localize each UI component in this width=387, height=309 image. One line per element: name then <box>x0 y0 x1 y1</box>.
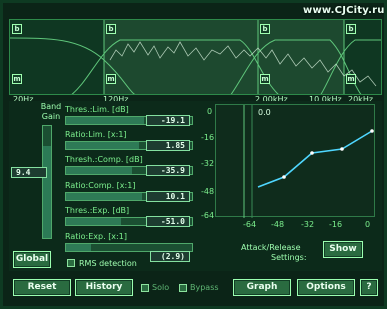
graph-y-tick: -64 <box>201 211 215 220</box>
graph-y-tick: -32 <box>201 159 215 168</box>
plugin-window: www.CJCity.ru b b b b m m m m 20Hz 120Hz… <box>0 0 387 309</box>
thres-lim-value: -19.1 <box>146 115 190 126</box>
band-marker[interactable]: b <box>346 24 356 34</box>
graph-x-tick: -16 <box>329 220 343 229</box>
band-marker[interactable]: m <box>346 74 356 84</box>
graph-y-tick: 0 <box>207 107 213 116</box>
watermark-text: www.CJCity.ru <box>303 5 385 16</box>
bottom-toolbar: Reset History Solo Bypass Graph Options … <box>9 276 382 300</box>
ratio-lim-value: 1.85 <box>146 140 190 151</box>
graph-y-tick: -16 <box>201 133 215 142</box>
ratio-comp-slider[interactable]: 10.1 <box>65 191 193 202</box>
band-gain-value: 9.4 <box>11 167 47 178</box>
transfer-curve <box>243 105 374 218</box>
ratio-exp-slider[interactable]: (2.9) <box>65 243 193 262</box>
thres-comp-label: Thresh.:Comp. [dB] <box>65 155 143 164</box>
solo-label: Solo <box>152 283 170 292</box>
ratio-exp-label: Ratio:Exp. [x:1] <box>65 232 127 241</box>
thres-lim-label: Thres.:Lim. [dB] <box>65 105 129 114</box>
band-marker[interactable]: b <box>260 24 270 34</box>
spectrum-display[interactable]: b b b b m m m m <box>9 19 382 95</box>
graph-x-tick: -32 <box>301 220 315 229</box>
rms-detection-label: RMS detection <box>79 259 137 268</box>
band-gain-title: Band Gain <box>40 102 62 121</box>
band-marker[interactable]: b <box>12 24 22 34</box>
show-button[interactable]: Show <box>323 241 363 258</box>
ratio-lim-slider[interactable]: 1.85 <box>65 140 193 151</box>
band-marker[interactable]: b <box>106 24 116 34</box>
bypass-checkbox[interactable] <box>179 284 187 292</box>
global-button[interactable]: Global <box>13 251 51 268</box>
ratio-comp-value: 10.1 <box>146 191 190 202</box>
graph-x-tick: 0 <box>365 220 371 229</box>
settings-label: Settings: <box>271 253 307 262</box>
control-panel: Band Gain 9.4 Global Thres.:Lim. [dB] -1… <box>9 101 382 271</box>
ratio-exp-value: (2.9) <box>150 251 190 262</box>
thres-comp-value: -35.9 <box>146 165 190 176</box>
history-button[interactable]: History <box>75 279 133 296</box>
band-marker[interactable]: m <box>12 74 22 84</box>
graph-top-value: 0.0 <box>258 108 271 117</box>
ratio-comp-label: Ratio:Comp. [x:1] <box>65 181 136 190</box>
thres-exp-slider[interactable]: -51.0 <box>65 216 193 227</box>
graph-x-tick: -64 <box>243 220 257 229</box>
ratio-lim-label: Ratio:Lim. [x:1] <box>65 130 127 139</box>
transfer-graph[interactable]: 0.0 <box>215 104 375 218</box>
spectrum-curves <box>10 20 381 94</box>
band-marker[interactable]: m <box>106 74 116 84</box>
graph-button[interactable]: Graph <box>233 279 291 296</box>
options-button[interactable]: Options <box>297 279 355 296</box>
thres-lim-slider[interactable]: -19.1 <box>65 115 193 126</box>
band-gain-fill <box>43 146 51 238</box>
bypass-label: Bypass <box>190 283 219 292</box>
attack-release-label: Attack/Release <box>241 243 301 252</box>
help-button[interactable]: ? <box>360 279 378 296</box>
graph-x-tick: -48 <box>271 220 285 229</box>
thres-exp-value: -51.0 <box>146 216 190 227</box>
solo-checkbox[interactable] <box>141 284 149 292</box>
reset-button[interactable]: Reset <box>13 279 71 296</box>
thres-exp-label: Thres.:Exp. [dB] <box>65 206 130 215</box>
band-gain-slider[interactable] <box>42 125 52 239</box>
rms-detection-checkbox[interactable] <box>67 259 75 267</box>
band-marker[interactable]: m <box>260 74 270 84</box>
thres-comp-slider[interactable]: -35.9 <box>65 165 193 176</box>
graph-y-tick: -48 <box>201 187 215 196</box>
